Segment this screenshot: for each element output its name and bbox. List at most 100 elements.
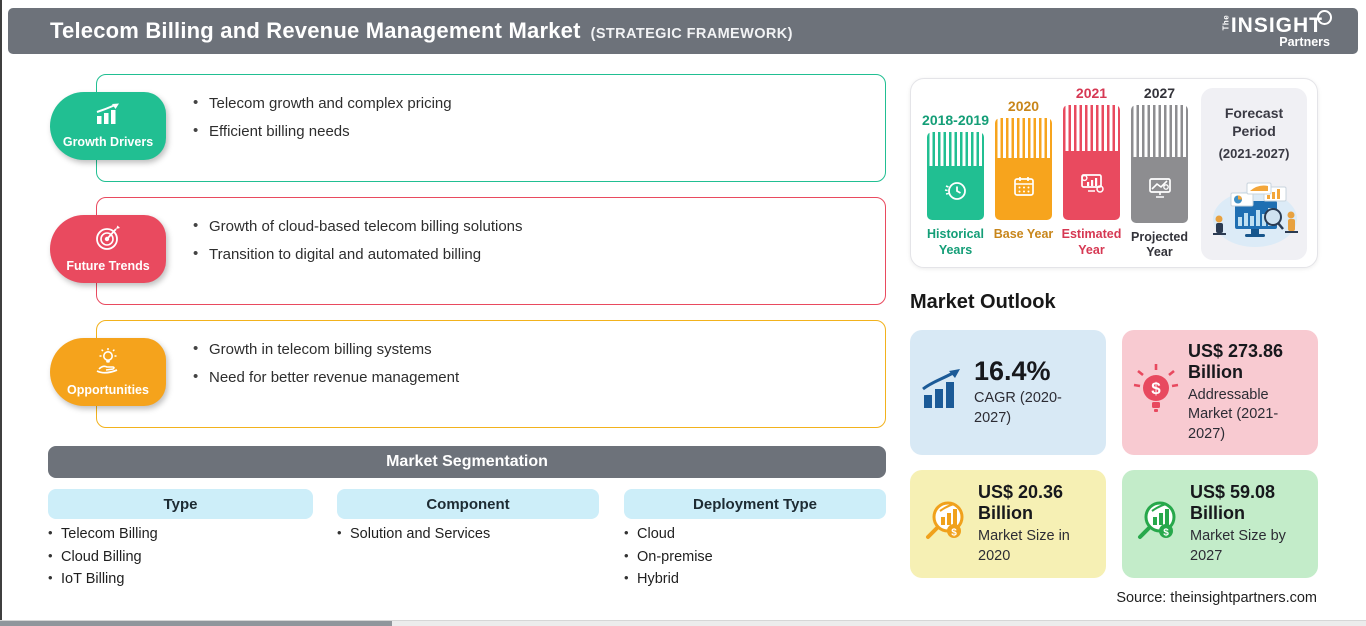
magnifier-bar-chart-icon: $ [1132, 497, 1182, 552]
year-label: 2020 [1007, 98, 1040, 114]
market-size-2020-value: US$ 20.36 Billion [978, 481, 1064, 524]
growth-chart-icon [93, 103, 123, 132]
svg-text:$: $ [1151, 379, 1161, 398]
dollar-lightbulb-icon: $ [1132, 364, 1180, 421]
badge-label: Opportunities [67, 383, 149, 397]
cagr-label: CAGR (2020-2027) [974, 390, 1062, 426]
list-item: Telecom Billing [48, 525, 158, 542]
timeline-bar-historical: 2018-2019 Historical Years [922, 85, 989, 261]
component-items-list: Solution and Services [337, 525, 490, 549]
bar-body [995, 118, 1052, 220]
window-left-edge [0, 0, 2, 620]
forecast-period-panel: Forecast Period (2021-2027) [1201, 88, 1307, 260]
bar-stripe-cap [927, 132, 984, 166]
bar-solid [927, 166, 984, 220]
card-text: US$ 273.86 Billion Addressable Market (2… [1188, 341, 1306, 445]
calendar-icon [1011, 174, 1037, 205]
year-label: 2021 [1075, 85, 1108, 101]
timeline-bar-estimated: 2021 Estimated Year [1062, 85, 1122, 261]
cagr-value: 16.4% [974, 356, 1051, 387]
page-subtitle: (STRATEGIC FRAMEWORK) [590, 26, 793, 42]
market-size-2027-label: Market Size by 2027 [1190, 528, 1286, 564]
timeline-card: 2018-2019 Historical Years 2020 Base Yea… [910, 78, 1318, 268]
growth-drivers-list: Telecom growth and complex pricing Effic… [97, 75, 885, 140]
horizontal-scrollbar[interactable] [0, 620, 1366, 626]
type-items-list: Telecom Billing Cloud Billing IoT Billin… [48, 525, 158, 594]
growth-arrow-chart-icon [920, 369, 966, 416]
projection-screen-icon [1146, 174, 1174, 205]
list-item: Growth in telecom billing systems [193, 340, 865, 358]
timeline-bar-base: 2020 Base Year [994, 85, 1054, 261]
bar-solid [995, 158, 1052, 220]
bar-body [1063, 105, 1120, 221]
addressable-market-value: US$ 273.86 Billion [1188, 340, 1284, 383]
market-segmentation-bar: Market Segmentation [48, 446, 886, 478]
future-trends-box: Growth of cloud-based telecom billing so… [96, 197, 886, 305]
target-dart-icon [94, 225, 122, 256]
card-text: 16.4% CAGR (2020-2027) [974, 356, 1094, 428]
list-item: IoT Billing [48, 570, 158, 587]
infographic-page: Telecom Billing and Revenue Management M… [0, 0, 1366, 626]
list-item: On-premise [624, 548, 713, 565]
segment-header-type: Type [48, 489, 313, 519]
header-title-wrap: Telecom Billing and Revenue Management M… [50, 18, 1221, 44]
page-title: Telecom Billing and Revenue Management M… [50, 18, 581, 43]
bar-stripe-cap [1063, 105, 1120, 151]
bar-solid [1131, 157, 1188, 223]
history-clock-icon [943, 178, 969, 209]
cagr-card: 16.4% CAGR (2020-2027) [910, 330, 1106, 455]
list-item: Efficient billing needs [193, 122, 865, 140]
opportunities-badge: Opportunities [50, 338, 166, 406]
svg-text:$: $ [1163, 527, 1169, 538]
magnifier-bar-chart-icon: $ [920, 497, 970, 552]
list-item: Telecom growth and complex pricing [193, 94, 865, 112]
forecast-label-line1: Forecast [1224, 105, 1284, 121]
analytics-illustration [1207, 177, 1301, 254]
monitor-gear-chart-icon [1078, 170, 1106, 201]
deployment-items-list: Cloud On-premise Hybrid [624, 525, 713, 594]
timeline-bar-projected: 2027 Projected Year [1131, 85, 1188, 261]
growth-drivers-badge: Growth Drivers [50, 92, 166, 160]
growth-drivers-box: Telecom growth and complex pricing Effic… [96, 74, 886, 182]
timeline-bars: 2018-2019 Historical Years 2020 Base Yea… [922, 85, 1188, 261]
opportunities-list: Growth in telecom billing systems Need f… [97, 321, 885, 386]
opportunities-box: Growth in telecom billing systems Need f… [96, 320, 886, 428]
addressable-market-card: $ US$ 273.86 Billion Addressable Market … [1122, 330, 1318, 455]
bar-caption: Projected Year [1131, 229, 1188, 260]
card-text: US$ 59.08 Billion Market Size by 2027 [1190, 482, 1306, 566]
card-text: US$ 20.36 Billion Market Size in 2020 [978, 482, 1094, 566]
bar-caption: Historical Years [927, 227, 984, 257]
segment-header-deployment-type: Deployment Type [624, 489, 886, 519]
market-size-2027-value: US$ 59.08 Billion [1190, 481, 1276, 524]
badge-label: Future Trends [66, 259, 150, 273]
svg-text:$: $ [951, 527, 957, 538]
bar-solid [1063, 151, 1120, 221]
logo-top-row: The INSIGHT [1221, 10, 1332, 38]
list-item: Growth of cloud-based telecom billing so… [193, 217, 865, 235]
logo-the-text: The [1221, 14, 1231, 31]
logo-insight-text: INSIGHT [1230, 13, 1323, 37]
list-item: Hybrid [624, 570, 713, 587]
bar-caption: Estimated Year [1061, 227, 1122, 257]
market-size-2020-label: Market Size in 2020 [978, 528, 1070, 564]
segment-header-component: Component [337, 489, 599, 519]
list-item: Cloud Billing [48, 548, 158, 565]
source-attribution: Source: theinsightpartners.com [1116, 590, 1317, 606]
hand-lightbulb-icon [93, 347, 123, 380]
market-segmentation-title: Market Segmentation [386, 453, 548, 470]
year-label: 2027 [1143, 85, 1176, 101]
market-size-2027-card: $ US$ 59.08 Billion Market Size by 2027 [1122, 470, 1318, 578]
future-trends-badge: Future Trends [50, 215, 166, 283]
list-item: Cloud [624, 525, 713, 542]
addressable-market-label: Addressable Market (2021-2027) [1188, 386, 1279, 442]
bar-body [927, 132, 984, 220]
list-item: Transition to digital and automated bill… [193, 245, 865, 263]
market-outlook-title: Market Outlook [910, 291, 1056, 313]
insight-partners-logo: The INSIGHT Partners [1221, 10, 1332, 49]
bar-stripe-cap [995, 118, 1052, 158]
bar-stripe-cap [1131, 105, 1188, 157]
year-label: 2018-2019 [922, 112, 989, 128]
list-item: Solution and Services [337, 525, 490, 542]
scrollbar-thumb[interactable] [0, 621, 392, 626]
forecast-range: (2021-2027) [1218, 146, 1290, 162]
